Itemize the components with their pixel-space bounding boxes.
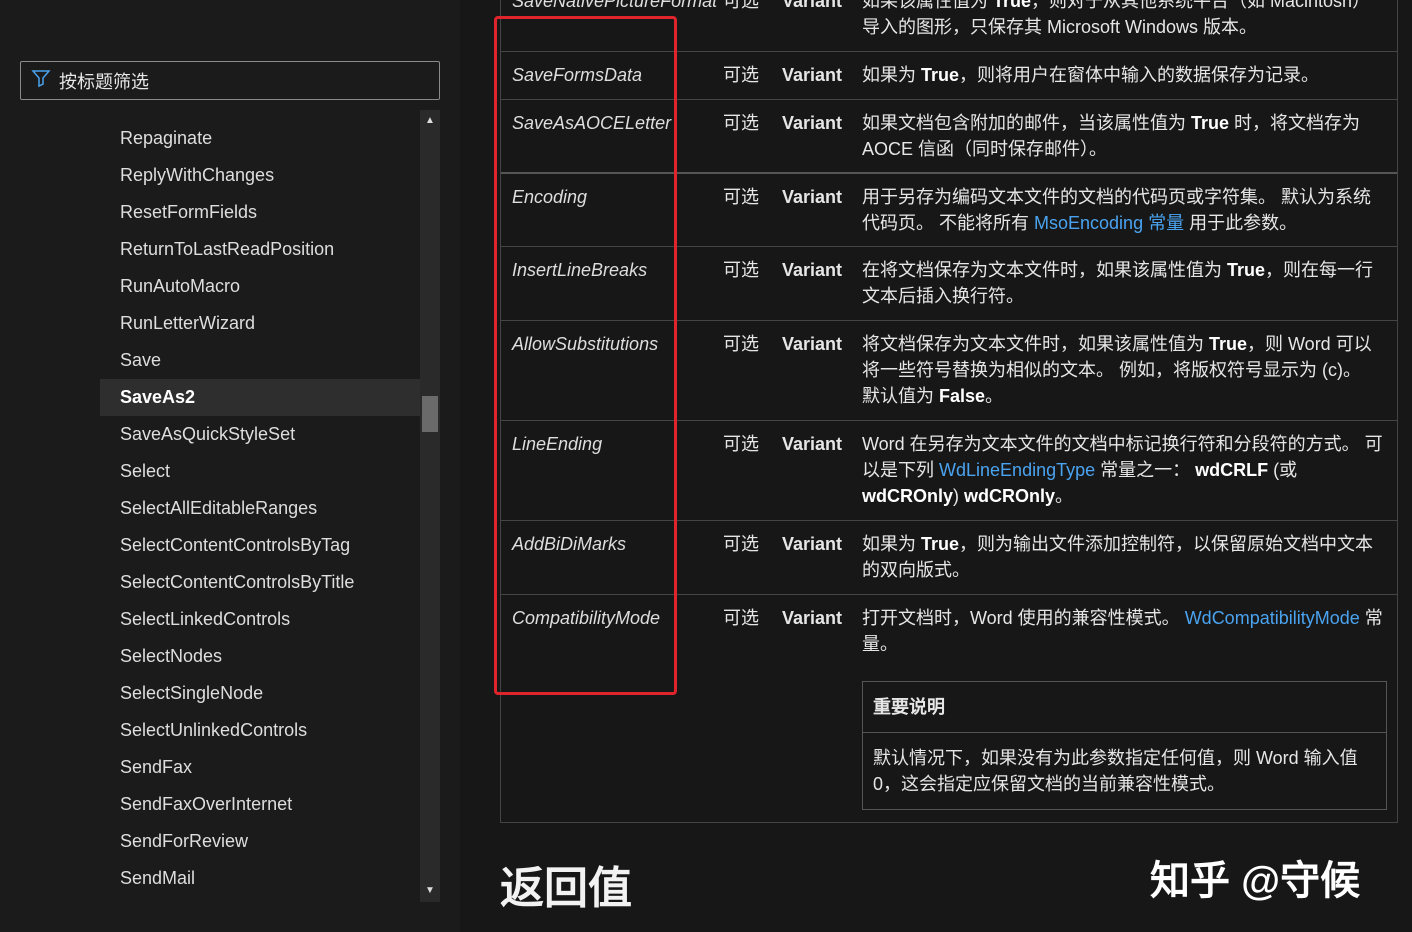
text: (或 <box>1268 460 1298 480</box>
text: 如果为 <box>862 534 922 554</box>
important-note: 重要说明默认情况下，如果没有为此参数指定任何值，则 Word 输入值 0，这会指… <box>862 681 1387 810</box>
toc-item[interactable]: SelectContentControlsByTag <box>100 527 420 564</box>
text: ，则将用户在窗体中输入的数据保存为记录。 <box>959 65 1320 85</box>
toc-item[interactable]: SaveAsQuickStyleSet <box>100 416 420 453</box>
filter-input[interactable]: 按标题筛选 <box>20 61 440 100</box>
doc-link[interactable]: MsoEncoding 常量 <box>1034 213 1184 233</box>
doc-link[interactable]: WdCompatibilityMode <box>1185 608 1360 628</box>
param-description: 如果为 True，则为输出文件添加控制符，以保留原始文档中文本的双向版式。 <box>862 521 1397 595</box>
param-description: 在将文档保存为文本文件时，如果该属性值为 True，则在每一行文本后插入换行符。 <box>862 247 1397 321</box>
param-description: 将文档保存为文本文件时，如果该属性值为 True，则 Word 可以将一些符号替… <box>862 321 1397 421</box>
param-required: 可选 <box>723 608 759 628</box>
param-type: Variant <box>782 260 843 280</box>
highlight-box <box>494 16 677 695</box>
bold-text: True <box>1227 260 1266 280</box>
param-type: Variant <box>782 0 843 11</box>
bold-text: False <box>939 386 986 406</box>
bold-text: True <box>993 0 1032 11</box>
param-type: Variant <box>782 534 843 554</box>
toc-item[interactable]: ReturnToLastReadPosition <box>100 231 420 268</box>
toc-item[interactable]: SelectSingleNode <box>100 675 420 712</box>
toc-item[interactable]: SelectAllEditableRanges <box>100 490 420 527</box>
bold-text: wdCRLF <box>1195 460 1269 480</box>
text: 将文档保存为文本文件时，如果该属性值为 <box>862 334 1209 354</box>
toc-item[interactable]: ResetFormFields <box>100 194 420 231</box>
bold-text: True <box>921 65 960 85</box>
param-required: 可选 <box>723 434 759 454</box>
param-name: SaveNativePictureFormat <box>512 0 718 11</box>
bold-text: wdCROnly <box>964 486 1056 506</box>
toc-item[interactable]: SelectContentControlsByTitle <box>100 564 420 601</box>
toc-item[interactable]: SelectLinkedControls <box>100 601 420 638</box>
bold-text: True <box>1191 113 1230 133</box>
text: 。 <box>985 386 1004 406</box>
scrollbar-thumb[interactable] <box>422 396 438 432</box>
param-description: Word 在另存为文本文件的文档中标记换行符和分段符的方式。 可以是下列 WdL… <box>862 421 1397 521</box>
bold-text: True <box>921 534 960 554</box>
bold-text: True <box>1209 334 1248 354</box>
toc-item[interactable]: SaveAs2 <box>100 379 420 416</box>
sidebar: 按标题筛选 Repaginate ReplyWithChanges ResetFor… <box>0 0 460 932</box>
note-title: 重要说明 <box>863 682 1386 733</box>
toc-item[interactable]: Save <box>100 342 420 379</box>
param-required: 可选 <box>723 187 759 207</box>
param-type: Variant <box>782 113 843 133</box>
param-type: Variant <box>782 334 843 354</box>
param-description: 如果为 True，则将用户在窗体中输入的数据保存为记录。 <box>862 52 1397 100</box>
toc-list: Repaginate ReplyWithChanges ResetFormField… <box>100 120 420 897</box>
toc-item[interactable]: RunLetterWizard <box>100 305 420 342</box>
param-type: Variant <box>782 187 843 207</box>
text: ) <box>953 486 965 506</box>
text: 在将文档保存为文本文件时，如果该属性值为 <box>862 260 1227 280</box>
filter-placeholder: 按标题筛选 <box>59 71 149 92</box>
param-description: 用于另存为编码文本文件的文档的代码页或字符集。 默认为系统代码页。 不能将所有 … <box>862 174 1397 248</box>
param-required: 可选 <box>723 65 759 85</box>
toc-item[interactable]: Select <box>100 453 420 490</box>
filter-icon <box>31 68 51 93</box>
text: 如果为 <box>862 65 922 85</box>
toc-item[interactable]: SendForReview <box>100 823 420 860</box>
section-heading-return-value: 返回值 <box>500 864 632 913</box>
text: 如果文档包含附加的邮件，当该属性值为 <box>862 113 1191 133</box>
param-required: 可选 <box>723 0 759 11</box>
toc-item[interactable]: SelectUnlinkedControls <box>100 712 420 749</box>
text: 如果该属性值为 <box>862 0 994 11</box>
param-description: 如果文档包含附加的邮件，当该属性值为 True 时，将文档存为 AOCE 信函（… <box>862 100 1397 174</box>
scrollbar[interactable]: ▲ ▼ <box>420 110 440 902</box>
param-description: 如果该属性值为 True，则对于从其他系统平台（如 Macintosh）导入的图… <box>862 0 1397 52</box>
toc-item[interactable]: RunAutoMacro <box>100 268 420 305</box>
param-type: Variant <box>782 608 843 628</box>
param-required: 可选 <box>723 334 759 354</box>
scroll-down-icon[interactable]: ▼ <box>420 882 440 900</box>
param-required: 可选 <box>723 113 759 133</box>
param-required: 可选 <box>723 260 759 280</box>
toc-item[interactable]: ReplyWithChanges <box>100 157 420 194</box>
watermark: 知乎 @守候 <box>1150 859 1361 903</box>
param-required: 可选 <box>723 534 759 554</box>
toc-item[interactable]: SendFaxOverInternet <box>100 786 420 823</box>
note-text: 默认情况下，如果没有为此参数指定任何值，则 Word 输入值 0，这会指定应保留… <box>873 748 1358 794</box>
param-type: Variant <box>782 434 843 454</box>
toc-item[interactable]: SelectNodes <box>100 638 420 675</box>
param-type: Variant <box>782 65 843 85</box>
text: 。 <box>1055 486 1074 506</box>
param-description: 打开文档时，Word 使用的兼容性模式。 WdCompatibilityMode… <box>862 595 1397 669</box>
toc-item[interactable]: SendMail <box>100 860 420 897</box>
bold-text: wdCROnly <box>862 486 954 506</box>
scroll-up-icon[interactable]: ▲ <box>420 112 440 130</box>
text: 打开文档时，Word 使用的兼容性模式。 <box>862 608 1185 628</box>
toc-item[interactable]: Repaginate <box>100 120 420 157</box>
toc-item[interactable]: SendFax <box>100 749 420 786</box>
text: 用于此参数。 <box>1184 213 1298 233</box>
doc-link[interactable]: WdLineEndingType <box>939 460 1095 480</box>
text: 常量之一： <box>1095 460 1196 480</box>
